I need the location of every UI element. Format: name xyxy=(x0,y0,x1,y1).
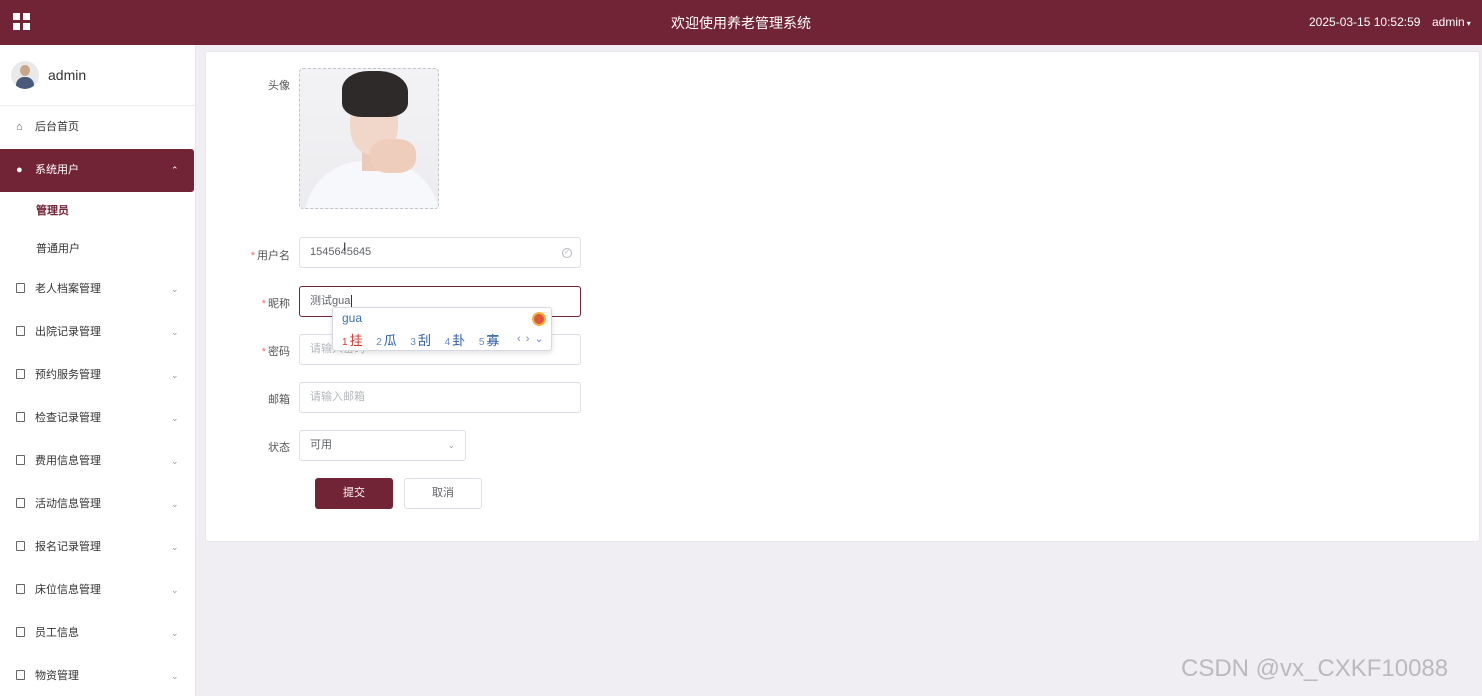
ime-candidates: 1挂 2瓜 3刮 4卦 5寡 xyxy=(342,330,509,349)
header-username[interactable]: admin xyxy=(1432,15,1465,29)
avatar xyxy=(11,61,39,89)
sidebar-item-home[interactable]: ⌂ 后台首页 xyxy=(0,106,195,149)
chevron-down-icon: ⌄ xyxy=(171,542,179,552)
top-header: 欢迎使用养老管理系统 2025-03-15 10:52:59 admin ▾ xyxy=(0,0,1482,45)
chevron-down-icon: ⌄ xyxy=(171,499,179,509)
chevron-up-icon: ⌃ xyxy=(171,165,179,175)
username-label: * 用户名 xyxy=(250,250,290,262)
sidebar-item-fee-info[interactable]: 费用信息管理 ⌄ xyxy=(0,440,195,483)
sidebar-item-label: 报名记录管理 xyxy=(35,541,101,553)
password-label: * 密码 xyxy=(261,346,290,358)
ime-logo-icon xyxy=(532,312,546,326)
doc-icon xyxy=(16,354,28,397)
doc-icon xyxy=(16,483,28,526)
chevron-down-icon: ⌄ xyxy=(171,456,179,466)
chevron-down-icon: ⌄ xyxy=(447,440,455,450)
submit-button[interactable]: 提交 xyxy=(315,478,393,509)
sidebar-item-activity-info[interactable]: 活动信息管理 ⌄ xyxy=(0,483,195,526)
chevron-down-icon: ⌄ xyxy=(171,327,179,337)
sidebar-item-bed-info[interactable]: 床位信息管理 ⌄ xyxy=(0,569,195,612)
chevron-down-icon: ⌄ xyxy=(171,671,179,681)
chevron-down-icon: ⌄ xyxy=(171,413,179,423)
chevron-down-icon: ⌄ xyxy=(171,585,179,595)
sidebar-item-elder-records[interactable]: 老人档案管理 ⌄ xyxy=(0,268,195,311)
status-value: 可用 xyxy=(310,439,332,451)
doc-icon xyxy=(16,268,28,311)
sidebar-item-label: 出院记录管理 xyxy=(35,326,101,338)
ime-candidate[interactable]: 3刮 xyxy=(410,333,431,348)
avatar-label: 头像 xyxy=(268,80,290,92)
sidebar-item-label: 费用信息管理 xyxy=(35,455,101,467)
ime-pinyin: gua xyxy=(342,311,363,325)
sidebar-item-system-users[interactable]: ● 系统用户 ⌃ xyxy=(0,149,194,192)
chevron-down-icon: ⌄ xyxy=(171,370,179,380)
ime-candidate[interactable]: 5寡 xyxy=(479,333,500,348)
sidebar-item-label: 老人档案管理 xyxy=(35,283,101,295)
user-icon: ● xyxy=(16,164,23,176)
sidebar-item-label: 物资管理 xyxy=(35,670,79,682)
ime-candidate[interactable]: 1挂 xyxy=(342,333,363,348)
cancel-button[interactable]: 取消 xyxy=(404,478,482,509)
sidebar-item-label: 床位信息管理 xyxy=(35,584,101,596)
doc-icon xyxy=(16,440,28,483)
user-dropdown[interactable]: admin ▾ xyxy=(1432,15,1471,29)
ime-candidate-popup: gua 1挂 2瓜 3刮 4卦 5寡 ‹ › ⌄ xyxy=(332,307,552,351)
sidebar: admin ⌂ 后台首页 ● 系统用户 ⌃ 管理员 普通用户 老人档案管理 ⌄ … xyxy=(0,45,196,696)
system-title: 欢迎使用养老管理系统 xyxy=(671,15,811,31)
sidebar-item-label: 检查记录管理 xyxy=(35,412,101,424)
username-value: 1545645645 xyxy=(310,246,372,258)
sidebar-item-label: 系统用户 xyxy=(35,164,79,176)
sidebar-item-discharge-records[interactable]: 出院记录管理 ⌄ xyxy=(0,311,195,354)
nickname-value: 测试gua xyxy=(310,295,351,307)
sidebar-item-label: 后台首页 xyxy=(35,121,79,133)
watermark: CSDN @vx_CXKF10088 xyxy=(1181,655,1449,682)
sidebar-item-checkup-records[interactable]: 检查记录管理 ⌄ xyxy=(0,397,195,440)
chevron-down-icon[interactable]: ▾ xyxy=(1467,19,1471,28)
chevron-down-icon: ⌄ xyxy=(171,628,179,638)
sidebar-item-label: 预约服务管理 xyxy=(35,369,101,381)
header-datetime: 2025-03-15 10:52:59 xyxy=(1309,15,1421,29)
ime-candidate[interactable]: 2瓜 xyxy=(376,333,397,348)
doc-icon xyxy=(16,612,28,655)
sidebar-item-supplies[interactable]: 物资管理 ⌄ xyxy=(0,655,195,696)
doc-icon xyxy=(16,526,28,569)
doc-icon xyxy=(16,655,28,696)
required-mark: * xyxy=(261,346,266,358)
sidebar-item-label: 员工信息 xyxy=(35,627,79,639)
doc-icon xyxy=(16,569,28,612)
sidebar-user: admin xyxy=(0,45,195,106)
doc-icon xyxy=(16,311,28,354)
required-mark: * xyxy=(250,250,255,262)
email-input[interactable]: 请输入邮箱 xyxy=(299,382,581,413)
text-cursor-icon: I xyxy=(343,240,347,254)
sidebar-subitem-admin[interactable]: 管理员 xyxy=(0,192,195,230)
sidebar-item-staff-info[interactable]: 员工信息 ⌄ xyxy=(0,612,195,655)
check-circle-icon: ✓ xyxy=(562,248,572,258)
sidebar-item-label: 活动信息管理 xyxy=(35,498,101,510)
username-input[interactable]: 1545645645 ✓ xyxy=(299,237,581,268)
sidebar-item-signup-records[interactable]: 报名记录管理 ⌄ xyxy=(0,526,195,569)
chevron-down-icon: ⌄ xyxy=(171,284,179,294)
required-mark: * xyxy=(261,298,266,310)
status-select[interactable]: 可用 ⌄ xyxy=(299,430,466,461)
sidebar-username: admin xyxy=(48,67,87,83)
ime-page-nav[interactable]: ‹ › ⌄ xyxy=(517,332,545,345)
email-placeholder: 请输入邮箱 xyxy=(310,391,365,403)
home-icon: ⌂ xyxy=(16,121,23,133)
sidebar-item-appointment-service[interactable]: 预约服务管理 ⌄ xyxy=(0,354,195,397)
email-label: 邮箱 xyxy=(268,394,290,406)
ime-candidate[interactable]: 4卦 xyxy=(445,333,466,348)
nickname-label: * 昵称 xyxy=(261,298,290,310)
text-caret xyxy=(351,295,353,308)
doc-icon xyxy=(16,397,28,440)
sidebar-subitem-normal-users[interactable]: 普通用户 xyxy=(0,230,195,268)
status-label: 状态 xyxy=(268,442,290,454)
avatar-upload[interactable] xyxy=(299,68,439,209)
